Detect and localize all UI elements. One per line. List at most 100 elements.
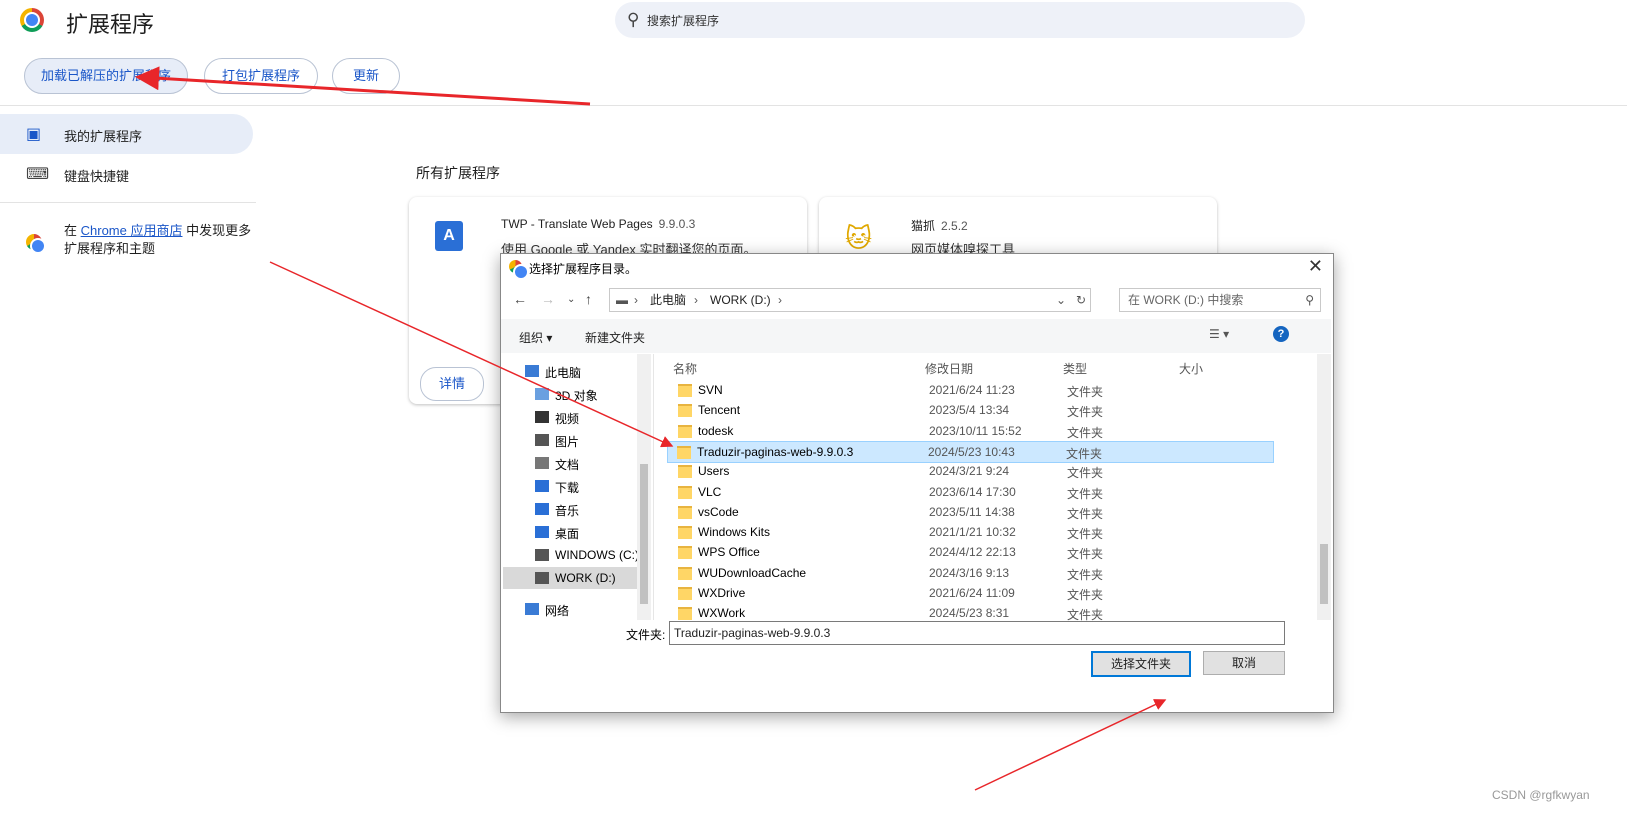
nav-documents-icon [535, 457, 549, 469]
nav-work-d-icon [535, 572, 549, 584]
table-row[interactable]: vsCode 2023/5/11 14:38 文件夹 [669, 502, 1274, 522]
up-icon[interactable]: ↑ [585, 291, 592, 307]
dialog-search-input[interactable]: 在 WORK (D:) 中搜索 ⚲ [1119, 288, 1321, 312]
column-size[interactable]: 大小 [1179, 360, 1203, 377]
recent-chevron-icon[interactable]: ⌄ [567, 294, 575, 305]
path-sep-icon: › [694, 293, 698, 307]
folder-icon [678, 587, 692, 600]
column-type[interactable]: 类型 [1063, 360, 1087, 377]
folder-icon [678, 485, 692, 499]
row-date: 2024/5/23 8:31 [929, 606, 1010, 621]
column-modified[interactable]: 修改日期 [925, 360, 973, 377]
update-button[interactable]: 更新 [332, 58, 400, 94]
table-row[interactable]: SVN 2021/6/24 11:23 文件夹 [669, 380, 1274, 400]
nav-item-work-d[interactable]: WORK (D:) [555, 571, 616, 585]
store-prefix: 在 [64, 223, 81, 238]
row-date: 2024/5/23 10:43 [928, 444, 1015, 459]
nav-item-windows-c[interactable]: WINDOWS (C:) [555, 548, 639, 562]
file-scroll-thumb[interactable] [1320, 544, 1328, 604]
nav-item-this-pc[interactable]: 此电脑 [545, 364, 581, 381]
refresh-icon[interactable]: ↻ [1076, 289, 1086, 311]
forward-icon[interactable]: → [541, 291, 555, 307]
nav-music-icon [535, 503, 549, 515]
row-name: WPS Office [698, 545, 760, 560]
nav-network-icon [525, 603, 539, 615]
row-type: 文件夹 [1067, 385, 1104, 399]
folder-name-value: Traduzir-paginas-web-9.9.0.3 [674, 626, 831, 640]
nav-item-downloads[interactable]: 下载 [555, 479, 579, 496]
row-date: 2024/4/12 22:13 [929, 545, 1016, 560]
command-bar: 组织 ▾ 新建文件夹 ☰ ▾ ? [501, 319, 1331, 353]
breadcrumb-this-pc[interactable]: 此电脑 [650, 289, 686, 311]
table-row[interactable]: VLC 2023/6/14 17:30 文件夹 [669, 482, 1274, 502]
new-folder-button[interactable]: 新建文件夹 [585, 329, 645, 346]
column-name[interactable]: 名称 [673, 360, 697, 377]
ext-name-text: 猫抓 [911, 219, 936, 233]
row-name: Tencent [698, 403, 741, 418]
row-name: VLC [698, 484, 722, 499]
select-folder-button[interactable]: 选择文件夹 [1091, 651, 1191, 677]
table-row[interactable]: Windows Kits 2021/1/21 10:32 文件夹 [669, 522, 1274, 542]
chevron-down-icon[interactable]: ⌄ [1056, 289, 1066, 311]
row-name: WXWork [698, 606, 746, 621]
folder-icon [678, 505, 692, 519]
nav-item-network[interactable]: 网络 [545, 602, 569, 619]
table-row[interactable]: todesk 2023/10/11 15:52 文件夹 [669, 421, 1274, 441]
row-type: 文件夹 [1067, 425, 1104, 440]
sidebar-item-shortcuts[interactable]: 键盘快捷键 [64, 166, 129, 185]
load-unpacked-button[interactable]: 加载已解压的扩展程序 [24, 58, 188, 94]
page-title: 扩展程序 [66, 12, 155, 37]
nav-scrollbar[interactable] [637, 354, 651, 620]
pack-extension-button[interactable]: 打包扩展程序 [204, 58, 318, 94]
details-button[interactable]: 详情 [420, 367, 484, 401]
table-row[interactable]: Tencent 2023/5/4 13:34 文件夹 [669, 400, 1274, 420]
row-date: 2021/6/24 11:23 [929, 383, 1015, 397]
table-row[interactable]: WPS Office 2024/4/12 22:13 文件夹 [669, 542, 1274, 562]
folder-picker-dialog: 选择扩展程序目录。 ✕ ← → ⌄ ↑ ▬ › 此电脑 › WORK (D:) … [500, 253, 1334, 713]
help-icon[interactable]: ? [1273, 326, 1289, 342]
row-name: SVN [698, 383, 723, 397]
close-icon[interactable]: ✕ [1308, 256, 1323, 277]
address-bar[interactable]: ▬ › 此电脑 › WORK (D:) › ⌄ ↻ [609, 288, 1091, 312]
organize-menu[interactable]: 组织 ▾ [519, 329, 552, 346]
nav-item-videos[interactable]: 视频 [555, 410, 579, 427]
nav-desktop-icon [535, 526, 549, 538]
table-row[interactable]: Users 2024/3/21 9:24 文件夹 [669, 461, 1274, 481]
file-list-scrollbar[interactable] [1317, 354, 1331, 620]
ext-version: 2.5.2 [941, 219, 968, 233]
webstore-icon [26, 234, 44, 252]
cancel-button[interactable]: 取消 [1203, 651, 1285, 675]
nav-item-pictures[interactable]: 图片 [555, 433, 579, 450]
row-name: todesk [698, 423, 734, 438]
webstore-link[interactable]: Chrome 应用商店 [81, 223, 183, 238]
table-row[interactable]: WXDrive 2021/6/24 11:09 文件夹 [669, 583, 1274, 603]
folder-name-input[interactable]: Traduzir-paginas-web-9.9.0.3 [669, 621, 1285, 645]
folder-icon [678, 384, 692, 397]
nav-scroll-thumb[interactable] [640, 464, 648, 604]
folder-icon [678, 526, 692, 540]
nav-item-music[interactable]: 音乐 [555, 502, 579, 519]
nav-this-pc-icon [525, 365, 539, 377]
drive-icon: ▬ [616, 293, 628, 307]
nav-item-documents[interactable]: 文档 [555, 456, 579, 473]
view-options-icon[interactable]: ☰ ▾ [1209, 327, 1229, 341]
nav-item-desktop[interactable]: 桌面 [555, 525, 579, 542]
search-input[interactable]: ⚲ 搜索扩展程序 [615, 2, 1305, 38]
nav-windows-c-icon [535, 549, 549, 561]
nav-item-3d-objects[interactable]: 3D 对象 [555, 387, 598, 404]
row-date: 2021/1/21 10:32 [929, 525, 1016, 540]
navigation-pane: 此电脑 3D 对象视频图片文档下载音乐桌面 WINDOWS (C:) WORK (D:… [503, 354, 654, 620]
sidebar-item-label: 我的扩展程序 [64, 129, 143, 144]
extension-name: 猫抓 2.5.2 [911, 217, 968, 234]
folder-icon [678, 404, 692, 418]
search-icon: ⚲ [627, 10, 640, 29]
row-name: vsCode [698, 504, 739, 519]
back-icon[interactable]: ← [513, 291, 527, 307]
sidebar-divider [0, 202, 256, 203]
row-date: 2023/5/11 14:38 [929, 504, 1015, 519]
row-type: 文件夹 [1067, 588, 1104, 602]
table-row[interactable]: WUDownloadCache 2024/3/16 9:13 文件夹 [669, 563, 1274, 583]
search-icon: ⚲ [1305, 293, 1314, 307]
breadcrumb-work-d[interactable]: WORK (D:) [710, 289, 771, 311]
table-row[interactable]: Traduzir-paginas-web-9.9.0.3 2024/5/23 10… [667, 440, 1274, 463]
